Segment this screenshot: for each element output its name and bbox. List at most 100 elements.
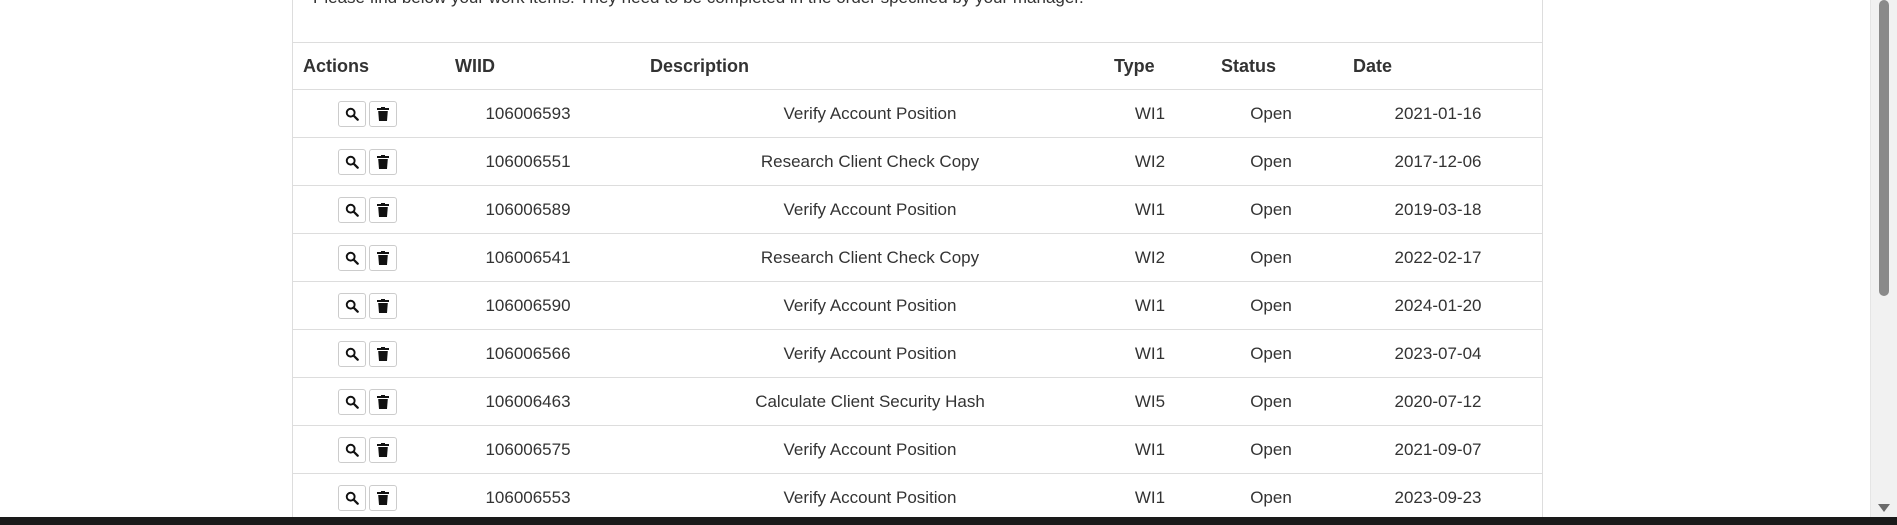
search-icon [345,443,359,457]
table-row: 106006593 Verify Account Position WI1 Op… [293,90,1542,138]
search-icon [345,395,359,409]
cell-date: 2019-03-18 [1394,199,1482,219]
cell-status: Open [1250,247,1292,267]
cell-wiid: 106006593 [485,103,571,123]
cell-description: Verify Account Position [783,199,957,219]
work-items-panel: Please find below your work items. They … [292,0,1543,520]
view-button[interactable] [338,340,366,367]
cell-date: 2021-09-07 [1394,439,1482,459]
cell-type: WI1 [1134,103,1166,123]
cell-date: 2022-02-17 [1394,247,1482,267]
cell-date: 2021-01-16 [1394,103,1482,123]
scroll-down-arrow-icon[interactable] [1878,504,1890,512]
view-button[interactable] [338,292,366,319]
trash-icon [377,442,389,457]
delete-button[interactable] [369,340,397,367]
view-button[interactable] [338,436,366,463]
cell-status: Open [1250,151,1292,171]
header-description: Description [650,55,750,76]
delete-button[interactable] [369,244,397,271]
cell-type: WI1 [1134,487,1166,507]
row-actions [338,234,408,281]
delete-button[interactable] [369,196,397,223]
cell-date: 2024-01-20 [1394,295,1482,315]
cell-date: 2020-07-12 [1394,391,1482,411]
cell-description: Verify Account Position [783,295,957,315]
vertical-scrollbar[interactable] [1870,0,1897,525]
row-actions [338,426,408,473]
cell-status: Open [1250,439,1292,459]
header-type: Type [1114,55,1155,76]
header-date: Date [1353,55,1393,76]
search-icon [345,299,359,313]
cell-type: WI1 [1134,199,1166,219]
delete-button[interactable] [369,148,397,175]
cell-wiid: 106006463 [485,391,571,411]
cell-date: 2023-09-23 [1394,487,1482,507]
trash-icon [377,298,389,313]
view-button[interactable] [338,100,366,127]
row-actions [338,282,408,329]
cell-status: Open [1250,487,1292,507]
delete-button[interactable] [369,100,397,127]
view-button[interactable] [338,388,366,415]
header-wiid: WIID [455,55,495,76]
cell-description: Research Client Check Copy [760,247,980,267]
table-row: 106006463 Calculate Client Security Hash… [293,378,1542,426]
view-button[interactable] [338,196,366,223]
search-icon [345,203,359,217]
trash-icon [377,394,389,409]
trash-icon [377,106,389,121]
delete-button[interactable] [369,292,397,319]
delete-button[interactable] [369,436,397,463]
cell-type: WI5 [1134,391,1166,411]
search-icon [345,251,359,265]
view-button[interactable] [338,484,366,511]
window-bottom-edge [0,517,1897,525]
cell-wiid: 106006566 [485,343,571,363]
cell-date: 2017-12-06 [1394,151,1482,171]
header-status: Status [1221,55,1277,76]
trash-icon [377,346,389,361]
table-row: 106006589 Verify Account Position WI1 Op… [293,186,1542,234]
trash-icon [377,202,389,217]
table-row: 106006590 Verify Account Position WI1 Op… [293,282,1542,330]
search-icon [345,155,359,169]
search-icon [345,491,359,505]
trash-icon [377,490,389,505]
cell-description: Verify Account Position [783,343,957,363]
cell-date: 2023-07-04 [1394,343,1482,363]
cell-wiid: 106006551 [485,151,571,171]
cell-wiid: 106006541 [485,247,571,267]
view-button[interactable] [338,148,366,175]
cell-description: Research Client Check Copy [760,151,980,171]
cell-wiid: 106006575 [485,439,571,459]
cell-status: Open [1250,103,1292,123]
cell-description: Verify Account Position [783,103,957,123]
cell-description: Verify Account Position [783,487,957,507]
row-actions [338,90,408,137]
row-actions [338,138,408,185]
view-button[interactable] [338,244,366,271]
row-actions [338,330,408,377]
cell-type: WI1 [1134,439,1166,459]
search-icon [345,107,359,121]
table-row: 106006551 Research Client Check Copy WI2… [293,138,1542,186]
cell-description: Calculate Client Security Hash [755,391,985,411]
cell-status: Open [1250,391,1292,411]
row-actions [338,474,408,520]
cell-status: Open [1250,343,1292,363]
work-items-table: Actions WIID Description Type Status Dat… [293,42,1542,520]
table-row: 106006566 Verify Account Position WI1 Op… [293,330,1542,378]
trash-icon [377,154,389,169]
delete-button[interactable] [369,484,397,511]
cell-wiid: 106006590 [485,295,571,315]
cell-wiid: 106006589 [485,199,571,219]
scrollbar-thumb[interactable] [1879,0,1889,296]
search-icon [345,347,359,361]
delete-button[interactable] [369,388,397,415]
trash-icon [377,250,389,265]
table-header-row: Actions WIID Description Type Status Dat… [293,42,1542,90]
cell-description: Verify Account Position [783,439,957,459]
intro-text: Please find below your work items. They … [313,0,1084,8]
